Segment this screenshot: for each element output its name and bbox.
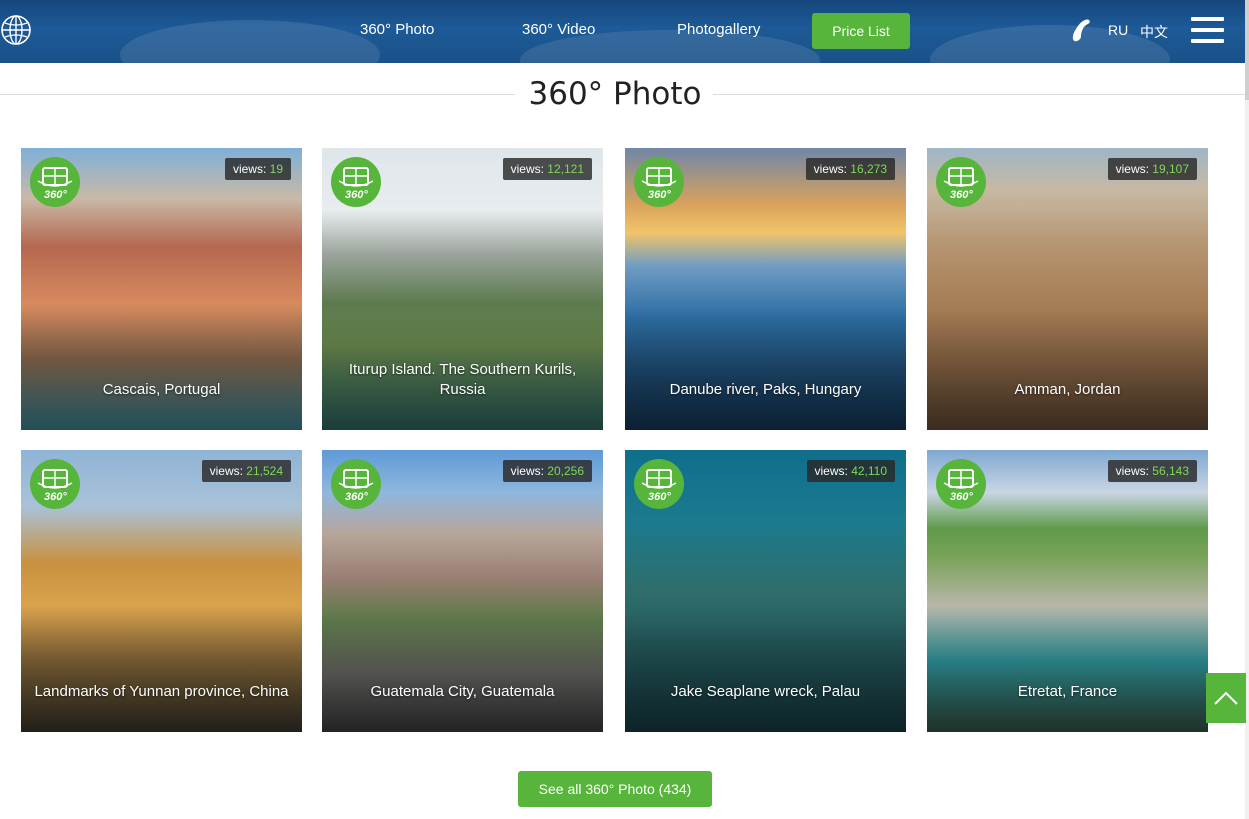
nav-photogallery[interactable]: Photogallery [677, 20, 760, 40]
price-list-button[interactable]: Price List [812, 13, 910, 49]
menu-bar [1191, 28, 1224, 32]
views-count: 16,273 [850, 162, 887, 176]
views-label: views: [209, 464, 243, 478]
photo-card[interactable]: 360° views: 42,110 Jake Seaplane wreck, … [625, 450, 906, 732]
card-shade [21, 310, 302, 430]
photo-card[interactable]: 360° views: 20,256 Guatemala City, Guate… [322, 450, 603, 732]
section-divider-left [0, 94, 515, 95]
views-label: views: [814, 464, 848, 478]
views-badge: views: 19,107 [1107, 158, 1197, 180]
views-count: 56,143 [1152, 464, 1189, 478]
views-count: 21,524 [246, 464, 283, 478]
globe-icon[interactable] [0, 14, 32, 46]
section-divider-right [713, 94, 1245, 95]
nav-360-video[interactable]: 360° Video [522, 20, 595, 40]
card-shade [927, 612, 1208, 732]
card-caption[interactable]: Jake Seaplane wreck, Palau [635, 682, 896, 702]
views-badge: views: 16,273 [805, 158, 895, 180]
badge-360-label: 360° [44, 189, 67, 201]
card-caption[interactable]: Iturup Island. The Southern Kurils, Russ… [332, 360, 593, 400]
views-badge: views: 20,256 [502, 460, 592, 482]
badge-360-label: 360° [950, 189, 973, 201]
views-badge: views: 42,110 [806, 460, 895, 482]
photo-card[interactable]: 360° views: 21,524 Landmarks of Yunnan p… [21, 450, 302, 732]
card-caption[interactable]: Guatemala City, Guatemala [332, 682, 593, 702]
badge-360-label: 360° [345, 189, 368, 201]
scrollbar-thumb[interactable] [1245, 0, 1249, 100]
views-label: views: [813, 162, 847, 176]
badge-360-label: 360° [345, 491, 368, 503]
card-shade [625, 310, 906, 430]
views-badge: views: 56,143 [1107, 460, 1197, 482]
views-badge: views: 21,524 [201, 460, 291, 482]
badge-360-label: 360° [648, 491, 671, 503]
badge-360-label: 360° [950, 491, 973, 503]
card-shade [21, 612, 302, 732]
card-caption[interactable]: Amman, Jordan [937, 380, 1198, 400]
see-all-360-photo-button[interactable]: See all 360° Photo (434) [518, 771, 712, 807]
views-label: views: [232, 162, 267, 176]
nav-360-photo[interactable]: 360° Photo [360, 20, 434, 40]
views-count: 12,121 [547, 162, 584, 176]
menu-bar [1191, 39, 1224, 43]
views-badge: views: 19 [224, 158, 291, 180]
views-label: views: [510, 162, 544, 176]
views-count: 19 [269, 162, 283, 176]
menu-bar [1191, 17, 1224, 21]
card-shade [625, 612, 906, 732]
views-count: 42,110 [851, 464, 887, 478]
photo-card[interactable]: 360° views: 16,273 Danube river, Paks, H… [625, 148, 906, 430]
card-caption[interactable]: Landmarks of Yunnan province, China [31, 682, 292, 702]
views-label: views: [510, 464, 544, 478]
card-shade [322, 612, 603, 732]
badge-360-label: 360° [648, 189, 671, 201]
photo-card[interactable]: 360° views: 56,143 Etretat, France [927, 450, 1208, 732]
views-count: 19,107 [1152, 162, 1189, 176]
arrow-up-icon [1214, 691, 1238, 705]
card-caption[interactable]: Cascais, Portugal [31, 380, 292, 400]
views-label: views: [1115, 162, 1149, 176]
scroll-to-top-button[interactable] [1206, 673, 1246, 723]
photo-card[interactable]: 360° views: 19 Cascais, Portugal [21, 148, 302, 430]
photo-card[interactable]: 360° views: 12,121 Iturup Island. The So… [322, 148, 603, 430]
badge-360-label: 360° [44, 491, 67, 503]
views-label: views: [1115, 464, 1149, 478]
menu-icon[interactable] [1191, 17, 1224, 45]
photo-card[interactable]: 360° views: 19,107 Amman, Jordan [927, 148, 1208, 430]
views-badge: views: 12,121 [502, 158, 592, 180]
header-cloud [120, 20, 380, 63]
site-header: 360° Photo 360° Video Photogallery Price… [0, 0, 1245, 63]
card-shade [927, 310, 1208, 430]
card-caption[interactable]: Etretat, France [937, 682, 1198, 702]
phone-icon[interactable] [1070, 18, 1094, 44]
card-caption[interactable]: Danube river, Paks, Hungary [635, 380, 896, 400]
language-zh[interactable]: 中文 [1140, 22, 1168, 42]
language-ru[interactable]: RU [1108, 22, 1128, 38]
header-cloud [930, 25, 1170, 63]
section-title: 360° Photo [528, 76, 702, 112]
views-count: 20,256 [547, 464, 584, 478]
